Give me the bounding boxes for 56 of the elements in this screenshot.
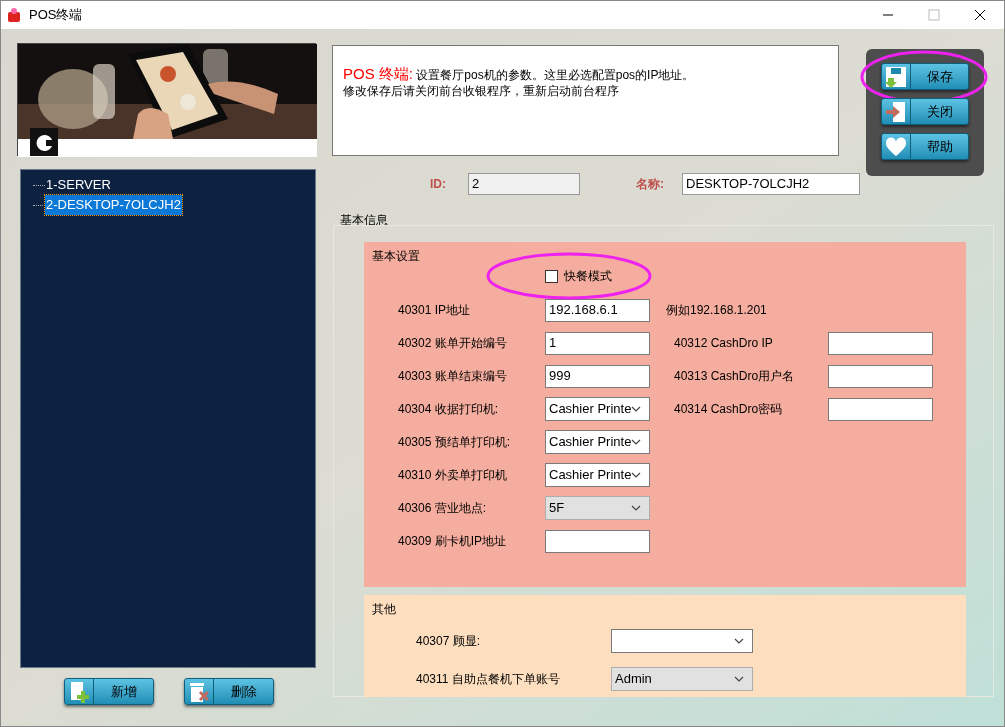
field-label: 40310 外卖单打印机 <box>398 467 508 484</box>
heart-icon <box>885 136 907 157</box>
field-label: 40304 收据打印机: <box>398 401 500 418</box>
toolbar-button[interactable]: 保存 <box>881 63 969 90</box>
toolbar-button[interactable]: 删除 <box>184 678 274 705</box>
toolbar-button[interactable]: 关闭 <box>881 98 969 125</box>
input-field[interactable]: 999 <box>545 364 650 388</box>
exit-door-icon <box>885 100 907 123</box>
chevron-down-icon <box>734 676 744 682</box>
tree-item[interactable]: 1-SERVER <box>45 175 112 195</box>
input-field[interactable] <box>828 331 933 355</box>
field-label: 40311 自助点餐机下单账号 <box>416 671 561 688</box>
field-label: 40309 刷卡机IP地址 <box>398 533 508 550</box>
field-label: 40314 CashDro密码 <box>674 401 784 418</box>
app-icon <box>7 7 21 23</box>
window-title: POS终端 <box>29 6 83 25</box>
field-label: 40307 顾显: <box>416 633 482 650</box>
toolbar-button[interactable]: 帮助 <box>881 133 969 160</box>
field-label: 40301 IP地址 <box>398 302 472 319</box>
chevron-down-icon <box>631 406 642 412</box>
input-field[interactable]: DESKTOP-7OLCJH2 <box>682 173 860 195</box>
dropdown[interactable]: Cashier Printe <box>545 397 650 421</box>
group-title: 基本信息 <box>340 212 389 229</box>
panel-title: 其他 <box>372 602 396 616</box>
dropdown[interactable] <box>611 629 753 653</box>
checkbox[interactable] <box>545 269 558 283</box>
chevron-down-icon <box>631 472 642 478</box>
toolbar-button[interactable]: 新增 <box>64 678 154 705</box>
trash-can-icon <box>188 680 210 703</box>
field-label: 40313 CashDro用户名 <box>674 368 796 385</box>
info-text: 修改保存后请关闭前台收银程序，重新启动前台程序 <box>343 83 620 99</box>
field-label: 40302 账单开始编号 <box>398 335 508 352</box>
tree-item[interactable]: 2-DESKTOP-7OLCJH2 <box>45 195 182 215</box>
chevron-down-icon <box>631 439 642 445</box>
input-field[interactable]: 192.168.6.1 <box>545 298 650 322</box>
field-label: 40306 营业地点: <box>398 500 488 517</box>
field-label: 40312 CashDro IP <box>674 335 774 352</box>
input-field[interactable] <box>828 397 933 421</box>
input-field[interactable] <box>545 529 650 553</box>
field-label: 40305 预结单打印机: <box>398 434 512 451</box>
checkbox-label: 快餐模式 <box>564 268 612 285</box>
panel-title: 基本设置 <box>372 249 420 263</box>
info-text: POS 终端: 设置餐厅pos机的参数。这里必选配置pos的IP地址。 <box>343 66 696 83</box>
field-label: 40303 账单结束编号 <box>398 368 508 385</box>
hint-text: 例如192.168.1.201 <box>666 302 767 319</box>
input-field[interactable] <box>828 364 933 388</box>
field-label: ID: <box>430 176 447 193</box>
close-icon[interactable] <box>974 9 986 21</box>
logo-icon <box>30 128 58 156</box>
add-document-icon <box>68 680 90 703</box>
chevron-down-icon <box>734 638 744 644</box>
dropdown[interactable]: Cashier Printe <box>545 430 650 454</box>
chevron-down-icon <box>631 505 641 511</box>
dropdown[interactable]: Cashier Printe <box>545 463 650 487</box>
input-field[interactable]: 1 <box>545 331 650 355</box>
field-label: 名称: <box>636 176 665 193</box>
